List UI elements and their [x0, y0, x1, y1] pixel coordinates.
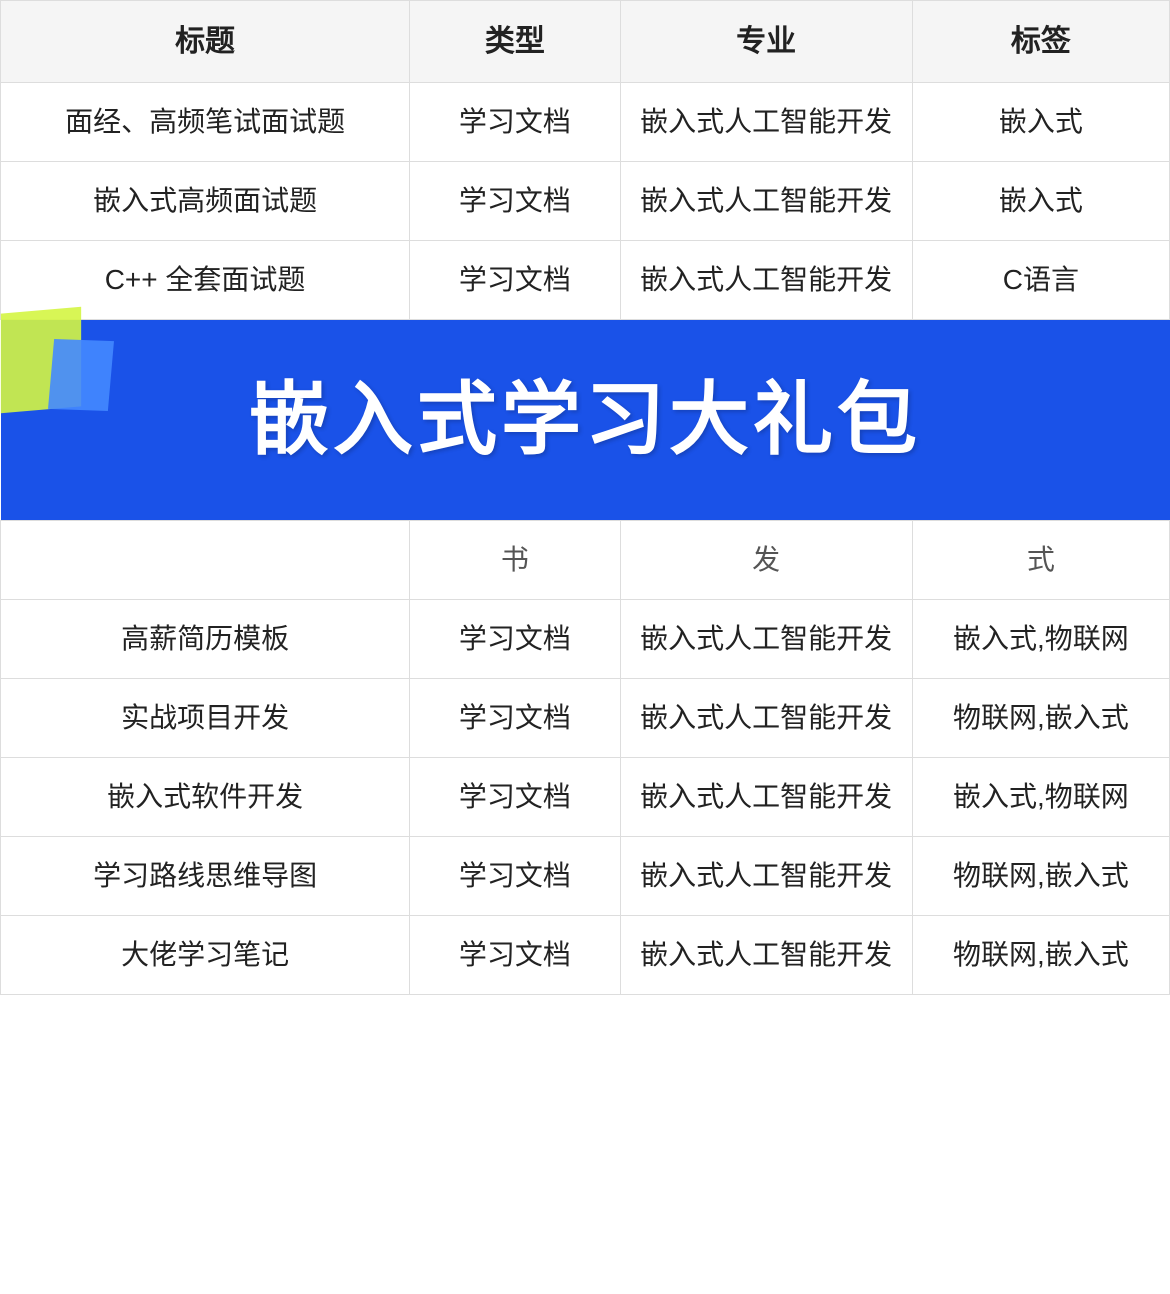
- row-tag: 物联网,嵌入式: [912, 837, 1169, 916]
- row-tag: 物联网,嵌入式: [912, 679, 1169, 758]
- header-type: 类型: [410, 1, 620, 83]
- row-title: 嵌入式软件开发: [1, 758, 410, 837]
- table-row: 学习路线思维导图 学习文档 嵌入式人工智能开发 物联网,嵌入式: [1, 837, 1170, 916]
- table-row: 大佬学习笔记 学习文档 嵌入式人工智能开发 物联网,嵌入式: [1, 916, 1170, 995]
- main-container: 标题 类型 专业 标签 面经、高频笔试面试题 学习文档 嵌入式人工智能开发 嵌入…: [0, 0, 1170, 995]
- row-type: 学习文档: [410, 83, 620, 162]
- row-type: 学习文档: [410, 600, 620, 679]
- row-major: 嵌入式人工智能开发: [620, 916, 912, 995]
- row-type: 学习文档: [410, 916, 620, 995]
- row-type: 学习文档: [410, 241, 620, 320]
- row-major: 嵌入式人工智能开发: [620, 837, 912, 916]
- row-major: 嵌入式人工智能开发: [620, 758, 912, 837]
- row-title: 面经、高频笔试面试题: [1, 83, 410, 162]
- row-type: 学习文档: [410, 758, 620, 837]
- row-tag: 嵌入式,物联网: [912, 600, 1169, 679]
- partial-type: 书: [410, 521, 620, 600]
- table-row: 嵌入式高频面试题 学习文档 嵌入式人工智能开发 嵌入式: [1, 162, 1170, 241]
- header-major: 专业: [620, 1, 912, 83]
- row-major: 嵌入式人工智能开发: [620, 679, 912, 758]
- header-tag: 标签: [912, 1, 1169, 83]
- row-major: 嵌入式人工智能开发: [620, 600, 912, 679]
- row-title: 大佬学习笔记: [1, 916, 410, 995]
- table-header: 标题 类型 专业 标签: [1, 1, 1170, 83]
- row-tag: 物联网,嵌入式: [912, 916, 1169, 995]
- header-title: 标题: [1, 1, 410, 83]
- row-title: 嵌入式高频面试题: [1, 162, 410, 241]
- banner-text: 嵌入式学习大礼包: [249, 360, 921, 480]
- partial-title: [1, 521, 410, 600]
- row-tag: 嵌入式: [912, 162, 1169, 241]
- row-title: 实战项目开发: [1, 679, 410, 758]
- banner-cell: 嵌入式学习大礼包: [1, 320, 1170, 521]
- row-major: 嵌入式人工智能开发: [620, 162, 912, 241]
- banner-background: 嵌入式学习大礼包: [1, 320, 1170, 520]
- table-row: 高薪简历模板 学习文档 嵌入式人工智能开发 嵌入式,物联网: [1, 600, 1170, 679]
- row-type: 学习文档: [410, 837, 620, 916]
- partial-tag: 式: [912, 521, 1169, 600]
- row-title: 高薪简历模板: [1, 600, 410, 679]
- partial-major: 发: [620, 521, 912, 600]
- row-major: 嵌入式人工智能开发: [620, 241, 912, 320]
- table-row: 嵌入式软件开发 学习文档 嵌入式人工智能开发 嵌入式,物联网: [1, 758, 1170, 837]
- row-tag: 嵌入式: [912, 83, 1169, 162]
- blue-sticky: [48, 339, 114, 411]
- table-row: 面经、高频笔试面试题 学习文档 嵌入式人工智能开发 嵌入式: [1, 83, 1170, 162]
- banner-row: 嵌入式学习大礼包: [1, 320, 1170, 521]
- row-type: 学习文档: [410, 679, 620, 758]
- table-row: 实战项目开发 学习文档 嵌入式人工智能开发 物联网,嵌入式: [1, 679, 1170, 758]
- row-major: 嵌入式人工智能开发: [620, 83, 912, 162]
- row-tag: 嵌入式,物联网: [912, 758, 1169, 837]
- row-type: 学习文档: [410, 162, 620, 241]
- row-title: 学习路线思维导图: [1, 837, 410, 916]
- table-row: C++ 全套面试题 学习文档 嵌入式人工智能开发 C语言: [1, 241, 1170, 320]
- content-table: 标题 类型 专业 标签 面经、高频笔试面试题 学习文档 嵌入式人工智能开发 嵌入…: [0, 0, 1170, 995]
- partial-row: 书 发 式: [1, 521, 1170, 600]
- row-tag: C语言: [912, 241, 1169, 320]
